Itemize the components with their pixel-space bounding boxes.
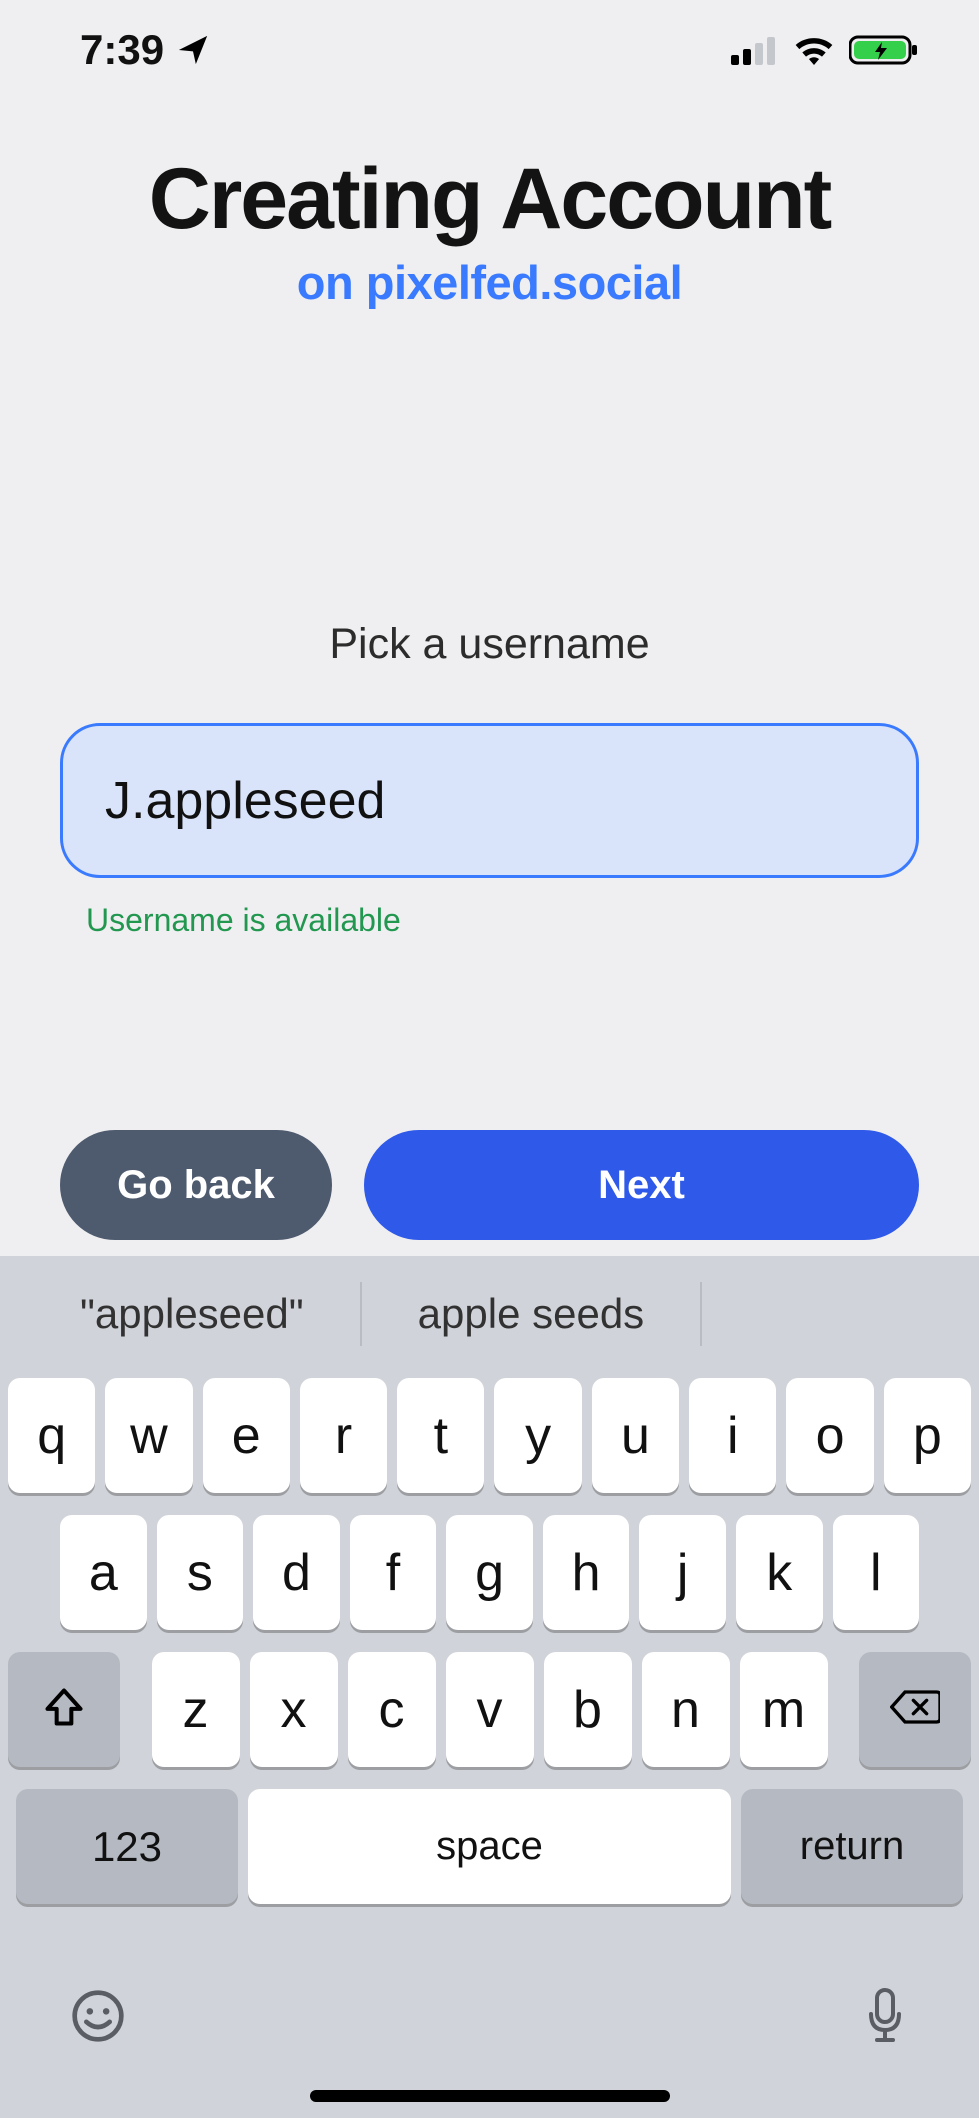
- page-title: Creating Account: [60, 150, 919, 249]
- return-key[interactable]: return: [741, 1789, 963, 1904]
- key-row-3: z x c v b n m: [8, 1652, 971, 1767]
- title-block: Creating Account on pixelfed.social: [60, 150, 919, 310]
- key-row-4: 123 space return: [8, 1789, 971, 1904]
- key-z[interactable]: z: [152, 1652, 240, 1767]
- page-subtitle: on pixelfed.social: [60, 255, 919, 310]
- wifi-icon: [793, 35, 835, 65]
- key-d[interactable]: d: [253, 1515, 340, 1630]
- key-u[interactable]: u: [592, 1378, 679, 1493]
- username-prompt: Pick a username: [60, 620, 919, 669]
- status-right: [731, 34, 919, 66]
- username-input-wrap: Username is available: [60, 723, 919, 939]
- username-availability: Username is available: [86, 902, 919, 939]
- key-y[interactable]: y: [494, 1378, 581, 1493]
- username-input[interactable]: [60, 723, 919, 878]
- key-h[interactable]: h: [543, 1515, 630, 1630]
- status-left: 7:39: [80, 26, 210, 74]
- key-k[interactable]: k: [736, 1515, 823, 1630]
- emoji-icon[interactable]: [70, 1988, 126, 2049]
- key-o[interactable]: o: [786, 1378, 873, 1493]
- key-p[interactable]: p: [884, 1378, 971, 1493]
- key-row-3-letters: z x c v b n m: [130, 1652, 849, 1767]
- backspace-key[interactable]: [859, 1652, 971, 1767]
- suggestion-divider: [700, 1282, 702, 1346]
- numbers-key[interactable]: 123: [16, 1789, 238, 1904]
- status-bar: 7:39: [0, 0, 979, 100]
- key-a[interactable]: a: [60, 1515, 147, 1630]
- suggestion-bar: "appleseed" apple seeds: [0, 1256, 979, 1372]
- key-row-2: a s d f g h j k l: [8, 1515, 971, 1630]
- key-f[interactable]: f: [350, 1515, 437, 1630]
- home-indicator[interactable]: [310, 2090, 670, 2102]
- key-t[interactable]: t: [397, 1378, 484, 1493]
- battery-charging-icon: [849, 34, 919, 66]
- next-button[interactable]: Next: [364, 1130, 919, 1240]
- location-icon: [176, 33, 210, 67]
- key-m[interactable]: m: [740, 1652, 828, 1767]
- key-g[interactable]: g: [446, 1515, 533, 1630]
- key-v[interactable]: v: [446, 1652, 534, 1767]
- suggestion-item[interactable]: apple seeds: [362, 1278, 701, 1350]
- key-e[interactable]: e: [203, 1378, 290, 1493]
- cellular-icon: [731, 35, 779, 65]
- backspace-icon: [890, 1688, 940, 1731]
- shift-key[interactable]: [8, 1652, 120, 1767]
- main-content: Creating Account on pixelfed.social Pick…: [0, 150, 979, 939]
- dictation-mic-icon[interactable]: [861, 1986, 909, 2051]
- key-s[interactable]: s: [157, 1515, 244, 1630]
- key-r[interactable]: r: [300, 1378, 387, 1493]
- key-x[interactable]: x: [250, 1652, 338, 1767]
- key-c[interactable]: c: [348, 1652, 436, 1767]
- status-time: 7:39: [80, 26, 164, 74]
- key-n[interactable]: n: [642, 1652, 730, 1767]
- key-l[interactable]: l: [833, 1515, 920, 1630]
- key-rows: q w e r t y u i o p a s d f g h j k l: [0, 1372, 979, 1904]
- key-j[interactable]: j: [639, 1515, 726, 1630]
- key-i[interactable]: i: [689, 1378, 776, 1493]
- go-back-button[interactable]: Go back: [60, 1130, 332, 1240]
- key-q[interactable]: q: [8, 1378, 95, 1493]
- button-row: Go back Next: [0, 1130, 979, 1240]
- space-key[interactable]: space: [248, 1789, 731, 1904]
- suggestion-item[interactable]: "appleseed": [24, 1278, 360, 1350]
- shift-icon: [42, 1685, 86, 1734]
- key-row-1: q w e r t y u i o p: [8, 1378, 971, 1493]
- keyboard: "appleseed" apple seeds q w e r t y u i …: [0, 1256, 979, 2118]
- key-w[interactable]: w: [105, 1378, 192, 1493]
- key-b[interactable]: b: [544, 1652, 632, 1767]
